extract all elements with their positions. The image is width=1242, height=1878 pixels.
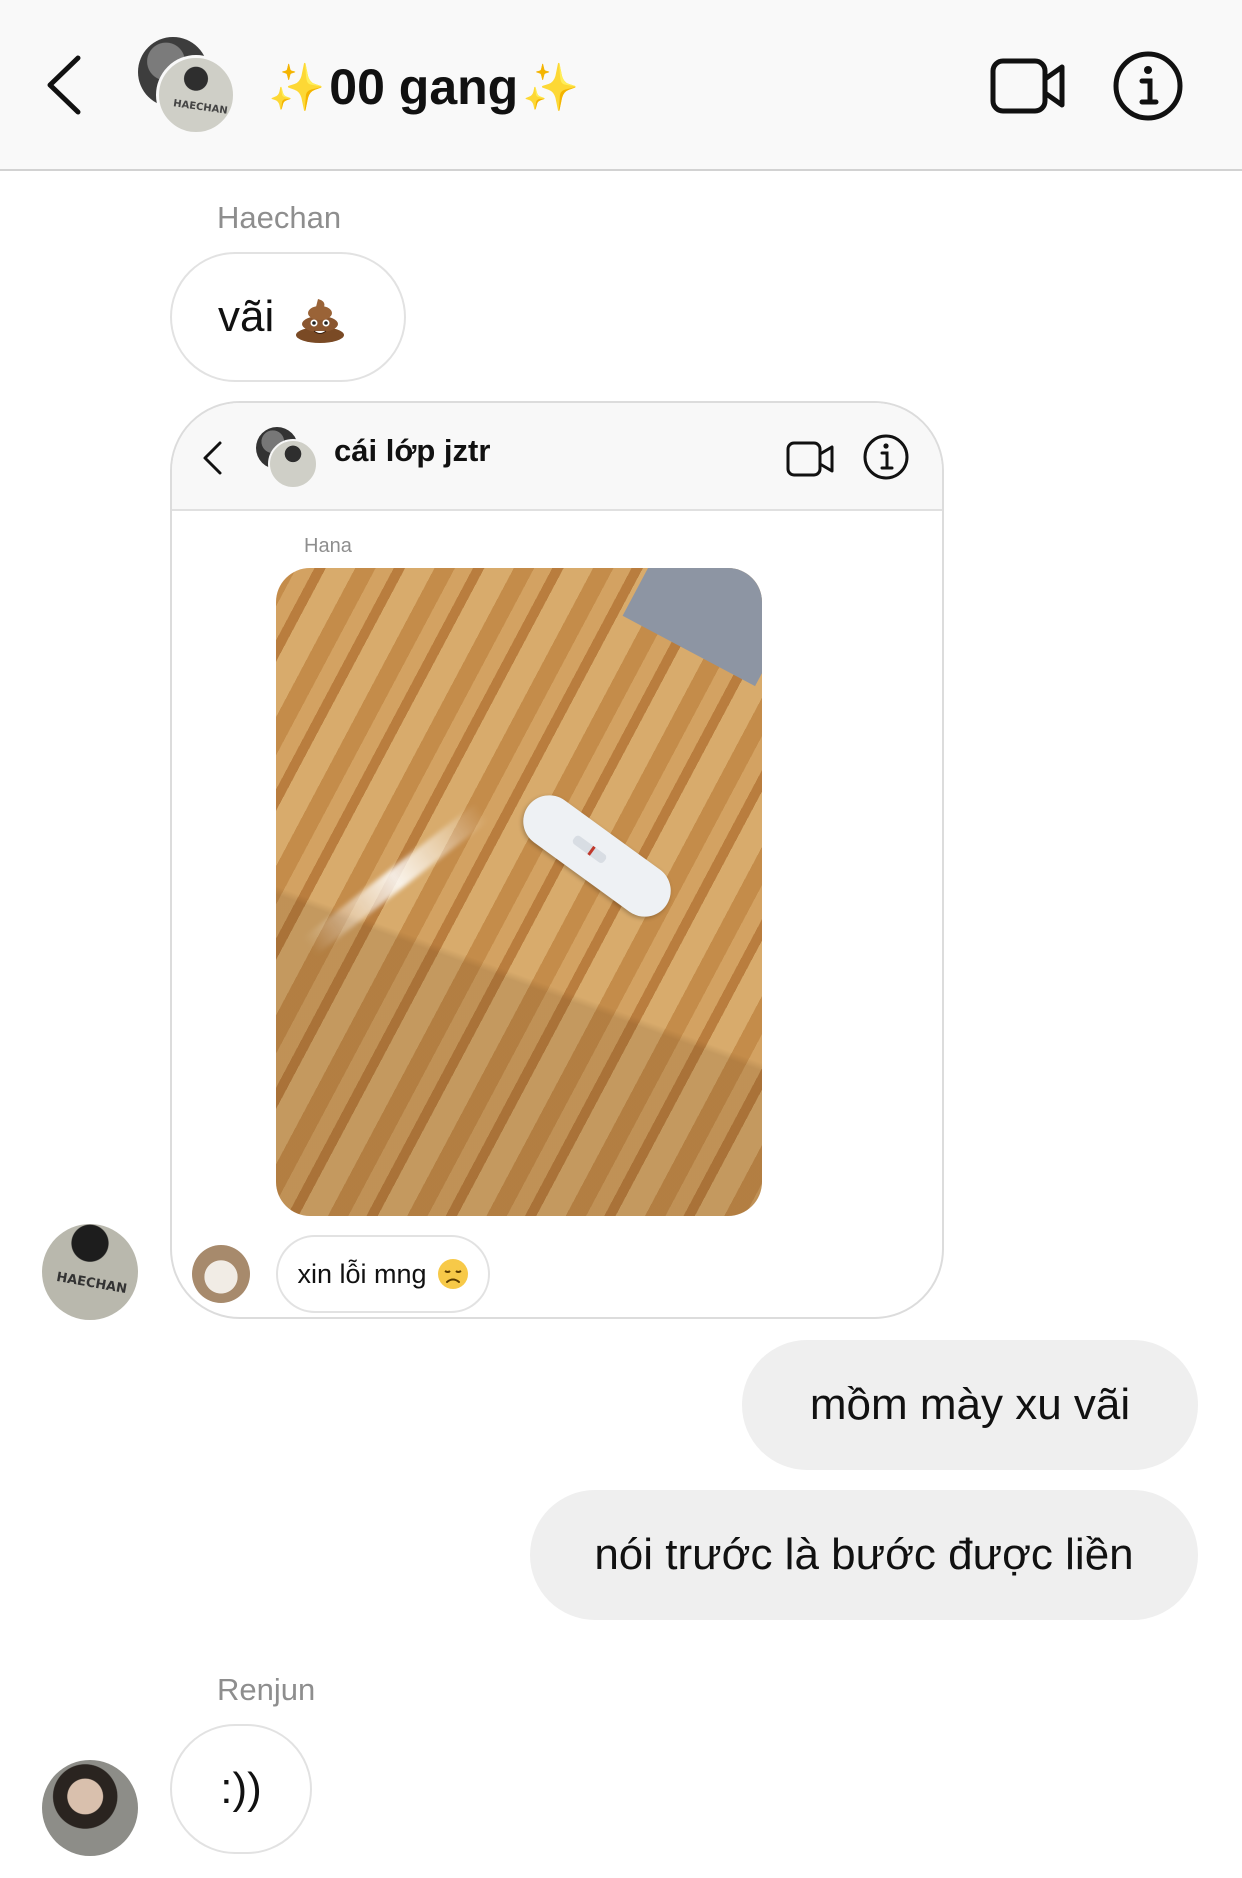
- message-text: nói trước là bước được liền: [594, 1530, 1134, 1579]
- video-camera-icon[interactable]: [990, 55, 1066, 117]
- sparkles-icon: ✨: [522, 59, 580, 114]
- chat-title[interactable]: ✨ 00 gang ✨: [268, 52, 580, 122]
- back-chevron-icon: [203, 441, 222, 475]
- message-text: mồm mày xu vãi: [809, 1380, 1131, 1429]
- shared-sender-name: Hana: [304, 535, 352, 557]
- shared-chat-header: cái lớp jztr: [172, 403, 942, 511]
- shared-message-text: xin lỗi mng: [297, 1258, 427, 1289]
- message-bubble-outgoing[interactable]: nói trước là bước được liền: [530, 1490, 1198, 1620]
- test-kit: [512, 785, 682, 927]
- message-bubble[interactable]: vãi: [170, 252, 406, 382]
- shared-group-avatar-front: [268, 439, 318, 489]
- message-text: vãi: [218, 292, 275, 341]
- light-glare: [302, 802, 490, 956]
- message-text: :)): [220, 1764, 262, 1813]
- video-camera-icon: [786, 441, 834, 477]
- group-avatar[interactable]: [138, 37, 238, 137]
- sender-name-haechan: Haechan: [217, 200, 342, 235]
- message-bubble[interactable]: :)): [170, 1724, 312, 1854]
- group-avatar-front: [156, 55, 236, 135]
- back-chevron-icon[interactable]: [40, 50, 90, 120]
- sender-name-renjun: Renjun: [217, 1672, 316, 1707]
- shared-screenshot-card[interactable]: cái lớp jztr Hana xin lỗi mng: [170, 401, 944, 1319]
- message-bubble-outgoing[interactable]: mồm mày xu vãi: [742, 1340, 1198, 1470]
- chat-title-text: 00 gang: [329, 59, 519, 115]
- avatar-renjun[interactable]: [42, 1760, 138, 1856]
- info-icon: [863, 434, 909, 480]
- shared-message-bubble: xin lỗi mng: [276, 1235, 490, 1313]
- photo-corner-background: [622, 568, 762, 687]
- shared-group-avatar: [256, 427, 318, 489]
- chat-header: ✨ 00 gang ✨: [0, 0, 1242, 171]
- info-icon[interactable]: [1112, 50, 1184, 122]
- pile-of-poo-icon: [296, 299, 345, 343]
- avatar-haechan[interactable]: [42, 1224, 138, 1320]
- shared-chat-title: cái lớp jztr: [334, 433, 491, 468]
- sparkles-icon: ✨: [268, 59, 326, 114]
- wooden-table-test-kit-photo: [276, 568, 762, 1216]
- disappointed-face-icon: [437, 1259, 468, 1289]
- cat-avatar: [192, 1245, 250, 1303]
